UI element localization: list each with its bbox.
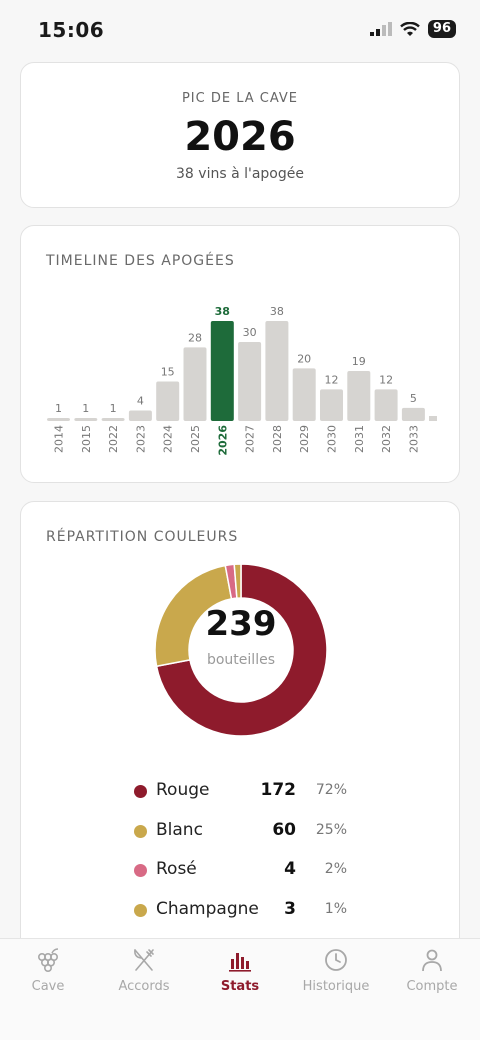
bar-chart-icon bbox=[229, 953, 251, 972]
tab-label: Cave bbox=[31, 979, 65, 994]
timeline-bar-2022 bbox=[101, 418, 125, 421]
timeline-year-label: 2028 bbox=[271, 425, 284, 453]
grapes-icon bbox=[37, 948, 59, 972]
legend-dot bbox=[134, 903, 147, 917]
peak-card: PIC DE LA CAVE 2026 38 vins à l'apogée bbox=[20, 62, 460, 208]
legend-count: 3 bbox=[284, 898, 296, 919]
timeline-bar-partial bbox=[429, 416, 437, 421]
timeline-bar-2025 bbox=[183, 347, 207, 421]
timeline-bar-2023 bbox=[128, 410, 152, 421]
legend-name: Blanc bbox=[156, 819, 203, 840]
legend-percent: 72% bbox=[315, 782, 347, 798]
utensils-icon bbox=[134, 949, 154, 971]
timeline-chart: 1 2014 1 2015 1 2022 4 2023 15 2024 28 2025 38 2026 30… bbox=[47, 305, 437, 456]
tab-label: Compte bbox=[406, 979, 458, 994]
legend-name: Rouge bbox=[156, 780, 210, 800]
timeline-value-label: 1 bbox=[55, 402, 62, 415]
legend-row-rose: Rosé 4 2% bbox=[21, 851, 461, 891]
timeline-value-label: 12 bbox=[325, 373, 339, 386]
timeline-card: TIMELINE DES APOGÉES 1 2014 1 2015 1 2022 4 202… bbox=[20, 225, 460, 483]
legend-count: 60 bbox=[272, 819, 296, 840]
timeline-year-label: 2026 bbox=[216, 425, 229, 456]
legend-percent: 1% bbox=[324, 900, 347, 917]
timeline-year-label: 2022 bbox=[107, 425, 120, 453]
tab-cave[interactable]: Cave bbox=[0, 939, 96, 1009]
timeline-bar-2033 bbox=[401, 407, 425, 421]
status-icons: 96 bbox=[369, 20, 456, 38]
timeline-bar-2024 bbox=[156, 381, 180, 421]
legend-percent: 2% bbox=[324, 861, 347, 877]
clock-icon bbox=[325, 949, 347, 971]
tab-stats[interactable]: Stats bbox=[192, 939, 288, 1009]
status-bar: 15:06 96 bbox=[0, 0, 480, 60]
signal-icon bbox=[369, 22, 392, 36]
timeline-bar-2030 bbox=[320, 389, 343, 421]
timeline-bar-2027 bbox=[238, 342, 262, 421]
tab-label: Stats bbox=[220, 979, 260, 994]
legend-row-blanc: Blanc 60 25% bbox=[21, 812, 461, 852]
legend-name: Rosé bbox=[156, 859, 197, 879]
timeline-year-label: 2027 bbox=[244, 425, 257, 453]
legend-dot bbox=[134, 824, 147, 838]
colors-title: RÉPARTITION COULEURS bbox=[46, 529, 239, 545]
timeline-value-label: 4 bbox=[137, 394, 144, 407]
timeline-year-label: 2014 bbox=[53, 425, 66, 453]
tab-bar: Cave Accords Stats Historique Compte bbox=[0, 938, 480, 1040]
timeline-value-label: 38 bbox=[270, 305, 284, 318]
legend-row-rouge: Rouge 172 72% bbox=[21, 772, 461, 812]
timeline-year-label: 2015 bbox=[80, 425, 93, 453]
timeline-value-label: 15 bbox=[161, 366, 175, 379]
color-donut-chart bbox=[154, 563, 328, 737]
timeline-value-label: 30 bbox=[243, 326, 257, 339]
timeline-year-label: 2032 bbox=[380, 425, 393, 453]
timeline-bar-2029 bbox=[292, 368, 316, 421]
colors-card: RÉPARTITION COULEURS 239 bouteilles Roug… bbox=[20, 501, 460, 961]
legend-dot bbox=[134, 785, 147, 798]
peak-label: PIC DE LA CAVE bbox=[181, 91, 299, 106]
timeline-year-label: 2033 bbox=[407, 425, 420, 453]
wifi-icon bbox=[400, 21, 420, 36]
legend-percent: 25% bbox=[315, 821, 347, 838]
tab-accords[interactable]: Accords bbox=[96, 939, 192, 1009]
timeline-bar-2026 bbox=[210, 321, 234, 421]
legend-count: 4 bbox=[284, 859, 296, 879]
timeline-year-label: 2025 bbox=[189, 425, 202, 453]
timeline-bar-2032 bbox=[374, 389, 398, 421]
legend-count: 172 bbox=[260, 780, 297, 800]
timeline-bar-2014 bbox=[47, 418, 70, 421]
legend-dot bbox=[134, 864, 147, 877]
timeline-year-label: 2024 bbox=[162, 425, 175, 453]
timeline-value-label: 1 bbox=[110, 402, 117, 415]
color-legend: Rouge 172 72% Blanc 60 25% Rosé 4 2% Cha… bbox=[21, 772, 461, 930]
timeline-bar-2028 bbox=[265, 321, 289, 421]
timeline-value-label: 38 bbox=[215, 305, 230, 318]
status-time: 15:06 bbox=[38, 18, 105, 42]
timeline-year-label: 2029 bbox=[298, 425, 311, 453]
tab-compte[interactable]: Compte bbox=[384, 939, 480, 1009]
timeline-bar-2031 bbox=[347, 371, 371, 421]
user-icon bbox=[422, 949, 442, 972]
timeline-bar-2015 bbox=[74, 418, 98, 421]
peak-year: 2026 bbox=[184, 114, 296, 160]
tab-label: Historique bbox=[302, 979, 370, 994]
timeline-year-label: 2031 bbox=[353, 425, 366, 453]
legend-row-champagne: Champagne 3 1% bbox=[21, 891, 461, 931]
tab-label: Accords bbox=[118, 979, 170, 994]
timeline-value-label: 12 bbox=[379, 373, 393, 386]
donut-total: 239 bbox=[205, 604, 277, 644]
donut-unit: bouteilles bbox=[206, 652, 275, 668]
timeline-value-label: 19 bbox=[352, 355, 366, 368]
timeline-value-label: 28 bbox=[188, 331, 202, 344]
peak-subtitle: 38 vins à l'apogée bbox=[176, 166, 304, 182]
timeline-value-label: 20 bbox=[297, 352, 311, 365]
timeline-value-label: 1 bbox=[82, 402, 89, 415]
tab-historique[interactable]: Historique bbox=[288, 939, 384, 1009]
timeline-year-label: 2030 bbox=[326, 425, 339, 453]
battery-icon: 96 bbox=[427, 20, 456, 38]
timeline-value-label: 5 bbox=[410, 392, 417, 405]
timeline-year-label: 2023 bbox=[134, 425, 147, 453]
